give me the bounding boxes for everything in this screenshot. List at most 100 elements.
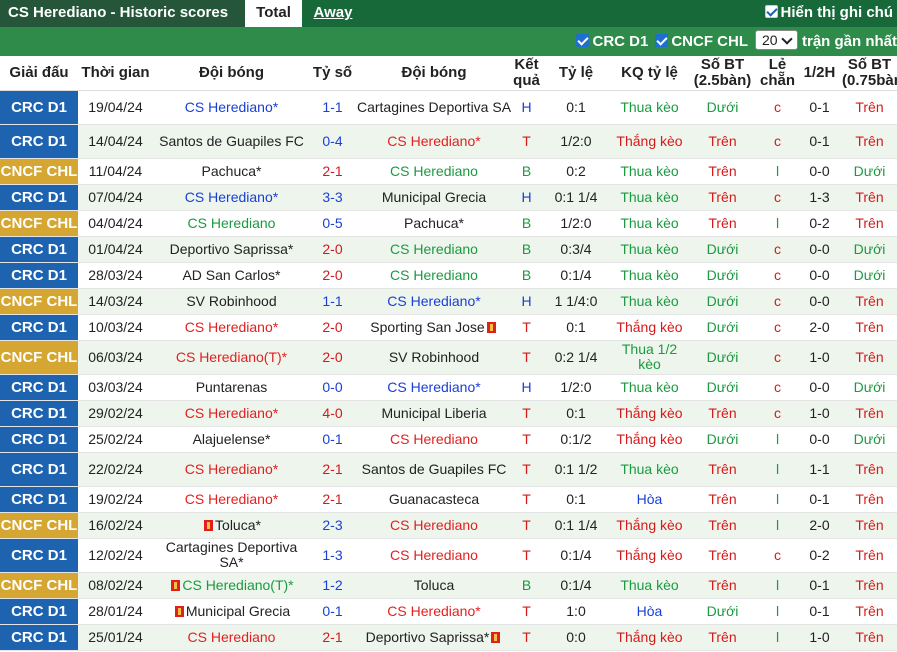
away-team-cell-text[interactable]: CS Herediano* bbox=[387, 133, 480, 149]
away-team-cell-text[interactable]: CS Herediano* bbox=[387, 293, 480, 309]
away-team-cell-text[interactable]: Municipal Liberia bbox=[381, 405, 486, 421]
home-team-cell[interactable]: CS Herediano(T)* bbox=[153, 572, 310, 599]
table-row[interactable]: CRC D1 14/04/24 Santos de Guapiles FC 0-4 CS… bbox=[0, 124, 897, 159]
score-cell-text[interactable]: 1-1 bbox=[322, 99, 342, 115]
score-cell-text[interactable]: 2-0 bbox=[322, 319, 342, 335]
away-team-cell[interactable]: Sporting San Jose bbox=[355, 314, 513, 341]
away-team-cell-text[interactable]: CS Herediano bbox=[390, 431, 478, 447]
score-cell-text[interactable]: 2-0 bbox=[322, 241, 342, 257]
away-team-cell[interactable]: Pachuca* bbox=[355, 210, 513, 237]
score-cell-text[interactable]: 1-3 bbox=[322, 547, 342, 563]
away-team-cell[interactable]: Municipal Grecia bbox=[355, 184, 513, 211]
away-team-cell[interactable]: Toluca bbox=[355, 572, 513, 599]
away-team-cell-text[interactable]: Municipal Grecia bbox=[382, 189, 486, 205]
home-team-cell[interactable]: Municipal Grecia bbox=[153, 598, 310, 625]
score-cell[interactable]: 4-0 bbox=[310, 400, 355, 427]
checkbox-icon[interactable] bbox=[576, 34, 590, 47]
away-team-cell-text[interactable]: CS Herediano bbox=[390, 241, 478, 257]
score-cell[interactable]: 0-4 bbox=[310, 124, 355, 159]
tab-away[interactable]: Away bbox=[302, 0, 364, 27]
away-team-cell-text[interactable]: Santos de Guapiles FC bbox=[362, 461, 507, 477]
home-team-cell-text[interactable]: CS Herediano* bbox=[185, 99, 278, 115]
home-team-cell[interactable]: SV Robinhood bbox=[153, 288, 310, 315]
score-cell[interactable]: 0-0 bbox=[310, 374, 355, 401]
home-team-cell-text[interactable]: CS Herediano(T)* bbox=[176, 349, 287, 365]
home-team-cell[interactable]: CS Herediano* bbox=[153, 314, 310, 341]
score-cell[interactable]: 2-0 bbox=[310, 236, 355, 263]
home-team-cell-text[interactable]: CS Herediano bbox=[188, 629, 276, 645]
away-team-cell[interactable]: Santos de Guapiles FC bbox=[355, 452, 513, 487]
away-team-cell[interactable]: CS Herediano* bbox=[355, 374, 513, 401]
home-team-cell[interactable]: Deportivo Saprissa* bbox=[153, 236, 310, 263]
score-cell-text[interactable]: 0-1 bbox=[322, 603, 342, 619]
away-team-cell-text[interactable]: Sporting San Jose bbox=[370, 319, 484, 335]
checkbox-icon[interactable] bbox=[764, 5, 778, 18]
home-team-cell[interactable]: Alajuelense* bbox=[153, 426, 310, 453]
home-team-cell[interactable]: Cartagines Deportiva SA* bbox=[153, 538, 310, 573]
home-team-cell-text[interactable]: CS Herediano* bbox=[185, 491, 278, 507]
away-team-cell-text[interactable]: Toluca bbox=[414, 577, 454, 593]
score-cell[interactable]: 1-1 bbox=[310, 288, 355, 315]
table-row[interactable]: CRC D1 10/03/24 CS Herediano* 2-0 Sporting S… bbox=[0, 314, 897, 341]
match-count-select[interactable]: 20 bbox=[754, 30, 798, 50]
home-team-cell-text[interactable]: Pachuca* bbox=[202, 163, 262, 179]
table-row[interactable]: CRC D1 12/02/24 Cartagines Deportiva SA* 1-… bbox=[0, 538, 897, 573]
away-team-cell[interactable]: CS Herediano bbox=[355, 538, 513, 573]
score-cell[interactable]: 0-1 bbox=[310, 426, 355, 453]
away-team-cell[interactable]: CS Herediano bbox=[355, 512, 513, 539]
score-cell[interactable]: 1-2 bbox=[310, 572, 355, 599]
table-row[interactable]: CRC D1 01/04/24 Deportivo Saprissa* 2-0 CS H… bbox=[0, 236, 897, 263]
away-team-cell[interactable]: CS Herediano* bbox=[355, 598, 513, 625]
score-cell-text[interactable]: 2-0 bbox=[322, 349, 342, 365]
score-cell-text[interactable]: 4-0 bbox=[322, 405, 342, 421]
home-team-cell-text[interactable]: Deportivo Saprissa* bbox=[170, 241, 294, 257]
score-cell-text[interactable]: 0-5 bbox=[322, 215, 342, 231]
home-team-cell[interactable]: AD San Carlos* bbox=[153, 262, 310, 289]
away-team-cell[interactable]: SV Robinhood bbox=[355, 340, 513, 375]
score-cell-text[interactable]: 2-0 bbox=[322, 267, 342, 283]
away-team-cell-text[interactable]: Pachuca* bbox=[404, 215, 464, 231]
show-notes-toggle[interactable]: Hiển thị ghi chú bbox=[764, 0, 893, 27]
home-team-cell-text[interactable]: Santos de Guapiles FC bbox=[159, 133, 304, 149]
home-team-cell-text[interactable]: Municipal Grecia bbox=[186, 603, 290, 619]
table-row[interactable]: CNCF CHL 16/02/24 Toluca* 2-3 CS Herediano T 0… bbox=[0, 512, 897, 539]
table-row[interactable]: CNCF CHL 06/03/24 CS Herediano(T)* 2-0 SV Ro… bbox=[0, 340, 897, 375]
home-team-cell-text[interactable]: Puntarenas bbox=[196, 379, 268, 395]
home-team-cell[interactable]: Puntarenas bbox=[153, 374, 310, 401]
score-cell[interactable]: 0-1 bbox=[310, 598, 355, 625]
table-row[interactable]: CRC D1 28/03/24 AD San Carlos* 2-0 CS Heredi… bbox=[0, 262, 897, 289]
away-team-cell-text[interactable]: SV Robinhood bbox=[389, 349, 479, 365]
table-row[interactable]: CRC D1 28/01/24 Municipal Grecia 0-1 CS Here… bbox=[0, 598, 897, 625]
score-cell[interactable]: 2-0 bbox=[310, 314, 355, 341]
away-team-cell-text[interactable]: CS Herediano bbox=[390, 547, 478, 563]
table-row[interactable]: CRC D1 19/02/24 CS Herediano* 2-1 Guanacaste… bbox=[0, 486, 897, 513]
home-team-cell-text[interactable]: Toluca* bbox=[215, 517, 261, 533]
home-team-cell[interactable]: CS Herediano bbox=[153, 624, 310, 651]
away-team-cell-text[interactable]: CS Herediano bbox=[390, 267, 478, 283]
home-team-cell-text[interactable]: AD San Carlos* bbox=[182, 267, 280, 283]
score-cell-text[interactable]: 2-1 bbox=[322, 491, 342, 507]
score-cell-text[interactable]: 0-0 bbox=[322, 379, 342, 395]
away-team-cell[interactable]: CS Herediano bbox=[355, 236, 513, 263]
away-team-cell-text[interactable]: CS Herediano bbox=[390, 517, 478, 533]
away-team-cell-text[interactable]: Cartagines Deportiva SA bbox=[357, 99, 511, 115]
home-team-cell[interactable]: Santos de Guapiles FC bbox=[153, 124, 310, 159]
score-cell[interactable]: 2-1 bbox=[310, 486, 355, 513]
home-team-cell[interactable]: CS Herediano* bbox=[153, 90, 310, 125]
score-cell-text[interactable]: 1-2 bbox=[322, 577, 342, 593]
score-cell[interactable]: 2-3 bbox=[310, 512, 355, 539]
table-row[interactable]: CRC D1 29/02/24 CS Herediano* 4-0 Municipal … bbox=[0, 400, 897, 427]
home-team-cell[interactable]: Toluca* bbox=[153, 512, 310, 539]
score-cell-text[interactable]: 0-4 bbox=[322, 133, 342, 149]
score-cell[interactable]: 2-1 bbox=[310, 624, 355, 651]
table-row[interactable]: CNCF CHL 14/03/24 SV Robinhood 1-1 CS Heredi… bbox=[0, 288, 897, 315]
score-cell[interactable]: 3-3 bbox=[310, 184, 355, 211]
score-cell[interactable]: 2-1 bbox=[310, 452, 355, 487]
away-team-cell-text[interactable]: Deportivo Saprissa* bbox=[366, 629, 490, 645]
table-row[interactable]: CRC D1 07/04/24 CS Herediano* 3-3 Municipal … bbox=[0, 184, 897, 211]
away-team-cell-text[interactable]: CS Herediano* bbox=[387, 379, 480, 395]
home-team-cell-text[interactable]: CS Herediano(T)* bbox=[182, 577, 293, 593]
table-row[interactable]: CNCF CHL 04/04/24 CS Herediano 0-5 Pachuca* B… bbox=[0, 210, 897, 237]
score-cell[interactable]: 1-1 bbox=[310, 90, 355, 125]
score-cell-text[interactable]: 0-1 bbox=[322, 431, 342, 447]
